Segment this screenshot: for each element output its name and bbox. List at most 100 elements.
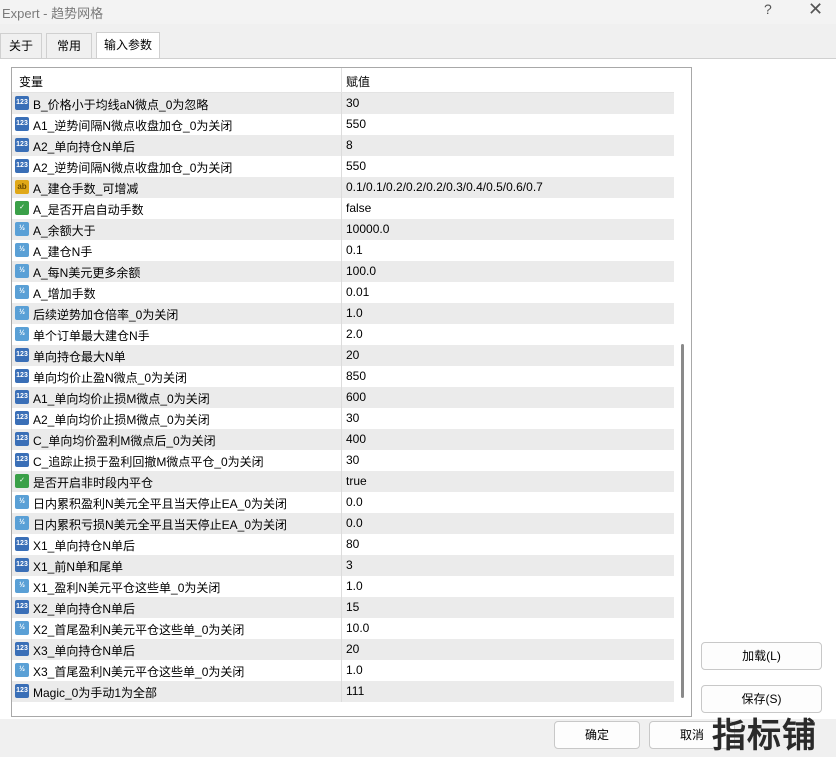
parameter-name: A_增加手数 <box>33 287 96 301</box>
table-row[interactable]: ½ A_增加手数 0.01 <box>12 282 674 303</box>
parameter-value[interactable]: 111 <box>346 684 364 698</box>
tab-about[interactable]: 关于 <box>0 33 42 58</box>
grid-rows: 123 B_价格小于均线aN微点_0为忽略 30 123 A1_逆势间隔N微点收盘加仓_… <box>12 93 674 702</box>
table-row[interactable]: 123 C_单向均价盈利M微点后_0为关闭 400 <box>12 429 674 450</box>
table-row[interactable]: 123 A2_单向持仓N单后 8 <box>12 135 674 156</box>
table-row[interactable]: 123 B_价格小于均线aN微点_0为忽略 30 <box>12 93 674 114</box>
integer-type-icon: 123 <box>15 348 29 362</box>
parameter-name: X2_首尾盈利N美元平仓这些单_0为关闭 <box>33 623 245 637</box>
table-row[interactable]: 123 Magic_0为手动1为全部 111 <box>12 681 674 702</box>
parameter-value[interactable]: false <box>346 201 371 215</box>
parameter-value[interactable]: true <box>346 474 367 488</box>
parameter-value[interactable]: 1.0 <box>346 306 363 320</box>
parameter-value[interactable]: 550 <box>346 117 366 131</box>
cell-divider <box>341 135 342 156</box>
column-divider[interactable] <box>341 68 342 92</box>
integer-type-icon: 123 <box>15 558 29 572</box>
double-type-icon: ½ <box>15 243 29 257</box>
parameter-value[interactable]: 8 <box>346 138 353 152</box>
table-row[interactable]: ½ X2_首尾盈利N美元平仓这些单_0为关闭 10.0 <box>12 618 674 639</box>
table-row[interactable]: ab A_建仓手数_可增减 0.1/0.1/0.2/0.2/0.2/0.3/0.4/… <box>12 177 674 198</box>
parameter-value[interactable]: 550 <box>346 159 366 173</box>
ok-button[interactable]: 确定 <box>554 721 640 749</box>
parameter-name: A_建仓手数_可增减 <box>33 182 139 196</box>
table-row[interactable]: ½ 日内累积亏损N美元全平且当天停止EA_0为关闭 0.0 <box>12 513 674 534</box>
table-row[interactable]: 123 A1_单向均价止损M微点_0为关闭 600 <box>12 387 674 408</box>
table-row[interactable]: ½ A_每N美元更多余额 100.0 <box>12 261 674 282</box>
cell-divider <box>341 429 342 450</box>
parameter-name: 单向持仓最大N单 <box>33 350 126 364</box>
table-row[interactable]: ½ A_建仓N手 0.1 <box>12 240 674 261</box>
help-button[interactable]: ? <box>764 1 772 17</box>
scrollbar-thumb[interactable] <box>681 344 684 698</box>
cell-divider <box>341 345 342 366</box>
parameter-value[interactable]: 0.01 <box>346 285 369 299</box>
parameter-value[interactable]: 1.0 <box>346 579 363 593</box>
column-header-value[interactable]: 赋值 <box>346 73 370 90</box>
double-type-icon: ½ <box>15 285 29 299</box>
load-button[interactable]: 加载(L) <box>701 642 822 670</box>
vertical-scrollbar[interactable] <box>674 68 691 716</box>
parameter-value[interactable]: 30 <box>346 96 359 110</box>
parameter-value[interactable]: 0.0 <box>346 495 363 509</box>
tab-common[interactable]: 常用 <box>46 33 92 58</box>
table-row[interactable]: 123 X1_单向持仓N单后 80 <box>12 534 674 555</box>
column-header-variable[interactable]: 变量 <box>19 73 43 90</box>
parameter-value[interactable]: 30 <box>346 453 359 467</box>
bool-type-icon: ✓ <box>15 201 29 215</box>
parameter-name: A2_单向均价止损M微点_0为关闭 <box>33 413 210 427</box>
parameter-value[interactable]: 80 <box>346 537 359 551</box>
parameter-value[interactable]: 10.0 <box>346 621 369 635</box>
table-row[interactable]: 123 单向持仓最大N单 20 <box>12 345 674 366</box>
table-row[interactable]: 123 X3_单向持仓N单后 20 <box>12 639 674 660</box>
cell-divider <box>341 471 342 492</box>
parameter-value[interactable]: 400 <box>346 432 366 446</box>
parameter-value[interactable]: 10000.0 <box>346 222 389 236</box>
tab-inputs[interactable]: 输入参数 <box>96 32 160 59</box>
parameter-value[interactable]: 2.0 <box>346 327 363 341</box>
parameter-name: 单向均价止盈N微点_0为关闭 <box>33 371 188 385</box>
double-type-icon: ½ <box>15 222 29 236</box>
parameter-value[interactable]: 1.0 <box>346 663 363 677</box>
table-row[interactable]: 123 X2_单向持仓N单后 15 <box>12 597 674 618</box>
table-row[interactable]: ½ A_余额大于 10000.0 <box>12 219 674 240</box>
cell-divider <box>341 366 342 387</box>
parameter-value[interactable]: 0.1 <box>346 243 363 257</box>
parameter-value[interactable]: 30 <box>346 411 359 425</box>
parameter-value[interactable]: 850 <box>346 369 366 383</box>
table-row[interactable]: ½ X3_首尾盈利N美元平仓这些单_0为关闭 1.0 <box>12 660 674 681</box>
cell-divider <box>341 660 342 681</box>
cell-divider <box>341 576 342 597</box>
cell-divider <box>341 240 342 261</box>
parameter-value[interactable]: 20 <box>346 642 359 656</box>
integer-type-icon: 123 <box>15 96 29 110</box>
close-button[interactable]: ✕ <box>808 0 823 20</box>
cell-divider <box>341 156 342 177</box>
integer-type-icon: 123 <box>15 432 29 446</box>
table-row[interactable]: 123 A1_逆势间隔N微点收盘加仓_0为关闭 550 <box>12 114 674 135</box>
table-row[interactable]: ½ 单个订单最大建仓N手 2.0 <box>12 324 674 345</box>
grid-header: 变量 赋值 <box>12 68 674 93</box>
parameter-value[interactable]: 100.0 <box>346 264 376 278</box>
parameter-value[interactable]: 15 <box>346 600 359 614</box>
double-type-icon: ½ <box>15 306 29 320</box>
table-row[interactable]: ½ X1_盈利N美元平仓这些单_0为关闭 1.0 <box>12 576 674 597</box>
cell-divider <box>341 177 342 198</box>
table-row[interactable]: 123 C_追踪止损于盈利回撤M微点平仓_0为关闭 30 <box>12 450 674 471</box>
parameter-value[interactable]: 0.1/0.1/0.2/0.2/0.2/0.3/0.4/0.5/0.6/0.7 <box>346 180 543 194</box>
parameter-name: A2_逆势间隔N微点收盘加仓_0为关闭 <box>33 161 233 175</box>
table-row[interactable]: 123 A2_逆势间隔N微点收盘加仓_0为关闭 550 <box>12 156 674 177</box>
table-row[interactable]: ½ 日内累积盈利N美元全平且当天停止EA_0为关闭 0.0 <box>12 492 674 513</box>
parameter-value[interactable]: 600 <box>346 390 366 404</box>
parameter-name: B_价格小于均线aN微点_0为忽略 <box>33 98 209 112</box>
parameter-value[interactable]: 20 <box>346 348 359 362</box>
table-row[interactable]: 123 X1_前N单和尾单 3 <box>12 555 674 576</box>
table-row[interactable]: 123 A2_单向均价止损M微点_0为关闭 30 <box>12 408 674 429</box>
table-row[interactable]: ✓ 是否开启非时段内平仓 true <box>12 471 674 492</box>
table-row[interactable]: ½ 后续逆势加仓倍率_0为关闭 1.0 <box>12 303 674 324</box>
parameter-name: A1_单向均价止损M微点_0为关闭 <box>33 392 210 406</box>
parameter-value[interactable]: 0.0 <box>346 516 363 530</box>
table-row[interactable]: ✓ A_是否开启自动手数 false <box>12 198 674 219</box>
parameter-value[interactable]: 3 <box>346 558 353 572</box>
table-row[interactable]: 123 单向均价止盈N微点_0为关闭 850 <box>12 366 674 387</box>
